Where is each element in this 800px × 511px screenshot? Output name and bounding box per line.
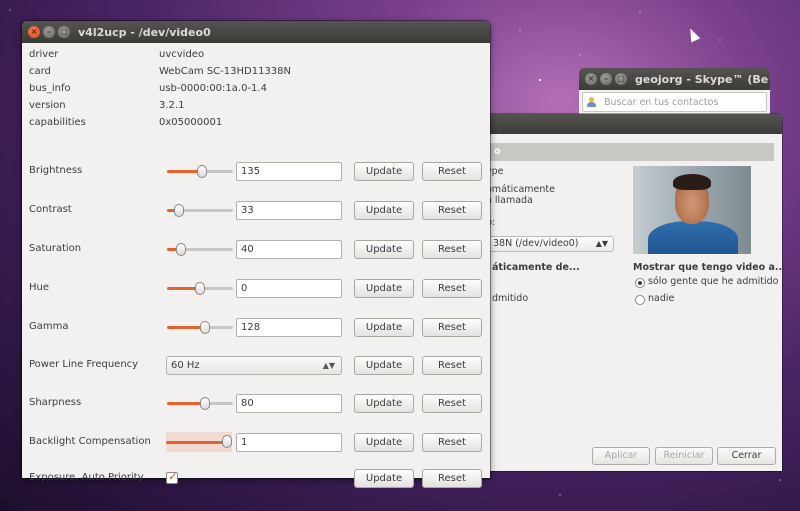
close-icon[interactable]: × [28,26,40,38]
maximize-icon[interactable]: □ [58,26,70,38]
minimize-icon[interactable]: – [43,26,55,38]
camera-select[interactable]: 38N (/dev/video0) ▲▼ [480,236,614,252]
backlight-slider[interactable] [166,432,232,452]
slider-knob[interactable] [200,321,210,334]
radio-admitted[interactable] [635,278,645,288]
slider-knob[interactable] [222,435,232,448]
brightness-update-button[interactable]: Update [354,162,414,181]
contacts-icon [587,96,599,108]
sharpness-slider[interactable] [167,396,233,410]
backlight-update-button[interactable]: Update [354,433,414,452]
hue-slider[interactable] [167,281,233,295]
contrast-input[interactable]: 33 [236,201,342,220]
option-text-2: omáticamente [486,184,555,195]
skype-window: × – □ geojorg - Skype™ (Be Buscar en tus… [579,68,770,116]
v4l2ucp-window: × – □ v4l2ucp - /dev/video0 driver uvcvid… [22,21,490,488]
power-line-label: Power Line Frequency [29,359,139,370]
saturation-update-button[interactable]: Update [354,240,414,259]
show-video-heading: Mostrar que tengo video a... [633,262,786,273]
brightness-input[interactable]: 135 [236,162,342,181]
contrast-reset-button[interactable]: Reset [422,201,482,220]
hue-reset-button[interactable]: Reset [422,279,482,298]
backlight-input[interactable]: 1 [236,433,342,452]
sharpness-update-button[interactable]: Update [354,394,414,413]
select-arrows-icon: ▲▼ [322,361,335,370]
slider-knob[interactable] [174,204,184,217]
backlight-reset-button[interactable]: Reset [422,433,482,452]
exposure-reset-button[interactable]: Reset [422,469,482,488]
power-line-reset-button[interactable]: Reset [422,356,482,375]
gamma-slider[interactable] [167,320,233,334]
gamma-label: Gamma [29,321,69,332]
brightness-label: Brightness [29,165,83,176]
sharpness-label: Sharpness [29,397,82,408]
saturation-label: Saturation [29,243,82,254]
close-button[interactable]: Cerrar [717,447,776,465]
brightness-reset-button[interactable]: Reset [422,162,482,181]
backlight-label: Backlight Compensation [29,436,151,447]
gamma-input[interactable]: 128 [236,318,342,337]
apply-button[interactable]: Aplicar [592,447,650,465]
contrast-update-button[interactable]: Update [354,201,414,220]
sharpness-reset-button[interactable]: Reset [422,394,482,413]
contact-search-input[interactable]: Buscar en tus contactos [582,92,767,112]
options-titlebar[interactable] [480,114,782,134]
skype-window-title: geojorg - Skype™ (Be [635,72,769,86]
options-section-header: o [480,143,774,161]
slider-knob[interactable] [197,165,207,178]
main-titlebar[interactable]: × – □ v4l2ucp - /dev/video0 [22,21,490,43]
power-line-select[interactable]: 60 Hz ▲▼ [166,356,342,375]
hue-input[interactable]: 0 [236,279,342,298]
admitted-partial-label: dmitido [492,293,529,304]
brightness-slider[interactable] [167,164,233,178]
close-icon[interactable]: × [585,73,597,85]
saturation-reset-button[interactable]: Reset [422,240,482,259]
radio-nobody[interactable] [635,295,645,305]
hue-label: Hue [29,282,50,293]
saturation-slider[interactable] [167,242,233,256]
exposure-priority-checkbox[interactable]: ✓ [166,470,178,484]
auto-video-heading: áticamente de... [492,262,580,273]
window-title: v4l2ucp - /dev/video0 [78,25,211,39]
power-line-selected: 60 Hz [171,360,200,371]
webcam-preview [633,166,751,254]
exposure-update-button[interactable]: Update [354,469,414,488]
select-arrows-icon: ▲▼ [595,239,608,248]
gamma-reset-button[interactable]: Reset [422,318,482,337]
option-text-3: a llamada [486,195,533,206]
radio-admitted-label: sólo gente que he admitido [648,276,779,287]
slider-knob[interactable] [195,282,205,295]
contact-search-placeholder: Buscar en tus contactos [604,96,719,108]
hue-update-button[interactable]: Update [354,279,414,298]
contrast-label: Contrast [29,204,72,215]
checkmark-icon: ✓ [168,470,178,483]
gamma-update-button[interactable]: Update [354,318,414,337]
restart-button[interactable]: Reiniciar [655,447,713,465]
sharpness-input[interactable]: 80 [236,394,342,413]
skype-titlebar[interactable]: × – □ geojorg - Skype™ (Be [579,68,770,90]
mouse-cursor-icon [685,26,701,43]
slider-knob[interactable] [176,243,186,256]
maximize-icon[interactable]: □ [615,73,627,85]
slider-knob[interactable] [200,397,210,410]
radio-nobody-label: nadie [648,293,675,304]
contrast-slider[interactable] [167,203,233,217]
power-line-update-button[interactable]: Update [354,356,414,375]
skype-options-dialog: o ype omáticamente a llamada b: 38N (/de… [480,114,786,471]
saturation-input[interactable]: 40 [236,240,342,259]
minimize-icon[interactable]: – [600,73,612,85]
exposure-priority-label: Exposure, Auto Priority [29,472,144,483]
